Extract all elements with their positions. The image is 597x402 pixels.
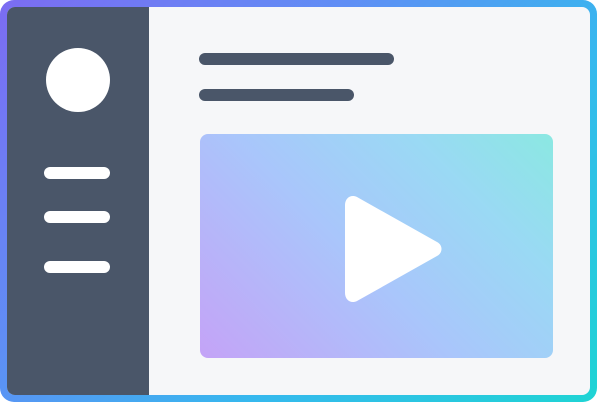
app-window-frame xyxy=(0,0,597,402)
main-content xyxy=(149,7,590,395)
video-player[interactable] xyxy=(200,134,553,358)
app-window xyxy=(7,7,590,395)
subtitle-placeholder-line xyxy=(199,89,354,101)
play-icon[interactable] xyxy=(339,189,449,309)
sidebar-item-1[interactable] xyxy=(44,167,110,179)
sidebar-item-3[interactable] xyxy=(44,261,110,273)
sidebar xyxy=(7,7,149,395)
avatar[interactable] xyxy=(46,48,110,112)
title-placeholder-line xyxy=(199,53,394,65)
sidebar-item-2[interactable] xyxy=(44,211,110,223)
